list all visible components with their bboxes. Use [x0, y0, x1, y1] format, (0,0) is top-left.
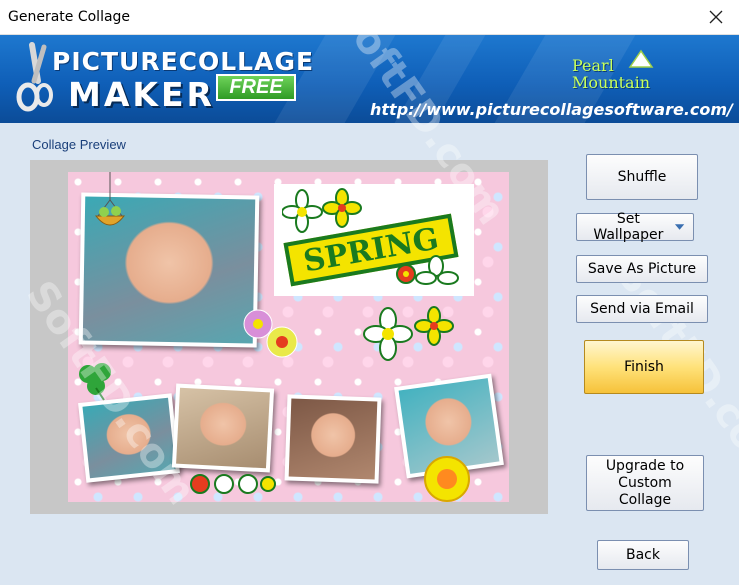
- app-banner: PICTURECOLLAGE MAKER FREE Pearl Mountain…: [0, 35, 739, 123]
- flower-icon: [396, 255, 459, 285]
- dropdown-arrow-icon: [674, 224, 685, 230]
- collage-photo-4: [284, 394, 382, 484]
- flower-icon: [282, 188, 362, 233]
- close-button[interactable]: [693, 0, 739, 34]
- logo-line2: MAKER: [68, 75, 215, 114]
- title-bar: Generate Collage: [0, 0, 739, 35]
- collage-photo-2: [78, 393, 180, 483]
- set-wallpaper-dropdown[interactable]: Set Wallpaper: [576, 211, 694, 243]
- hanging-basket-icon: [94, 172, 126, 226]
- collage-photo-3: [171, 383, 275, 473]
- spring-card: SPRING: [274, 184, 474, 296]
- finish-button[interactable]: Finish: [584, 340, 704, 394]
- back-button[interactable]: Back: [597, 540, 689, 570]
- send-via-email-button[interactable]: Send via Email: [576, 295, 708, 323]
- upgrade-button[interactable]: Upgrade to Custom Collage: [586, 455, 704, 511]
- collage-preview-label: Collage Preview: [32, 137, 126, 152]
- collage-preview-area: SPRING: [30, 160, 548, 514]
- shuffle-button[interactable]: Shuffle: [586, 154, 698, 200]
- scissors-icon: [16, 42, 53, 112]
- brand-name: Pearl Mountain: [572, 56, 651, 92]
- daisy-cluster-icon: [243, 306, 454, 361]
- window-title: Generate Collage: [8, 9, 131, 25]
- flower-row-icon: [190, 474, 276, 494]
- logo-free-badge: FREE: [216, 74, 296, 101]
- clover-icon: [79, 363, 111, 401]
- collage-canvas: SPRING: [68, 172, 509, 502]
- close-icon: [709, 10, 723, 24]
- sunflower-icon: [424, 456, 470, 502]
- logo-line1: PICTURECOLLAGE: [52, 47, 315, 76]
- save-as-picture-button[interactable]: Save As Picture: [576, 255, 708, 283]
- website-url: http://www.picturecollagesoftware.com/: [370, 100, 733, 119]
- set-wallpaper-label: Set Wallpaper: [593, 211, 664, 243]
